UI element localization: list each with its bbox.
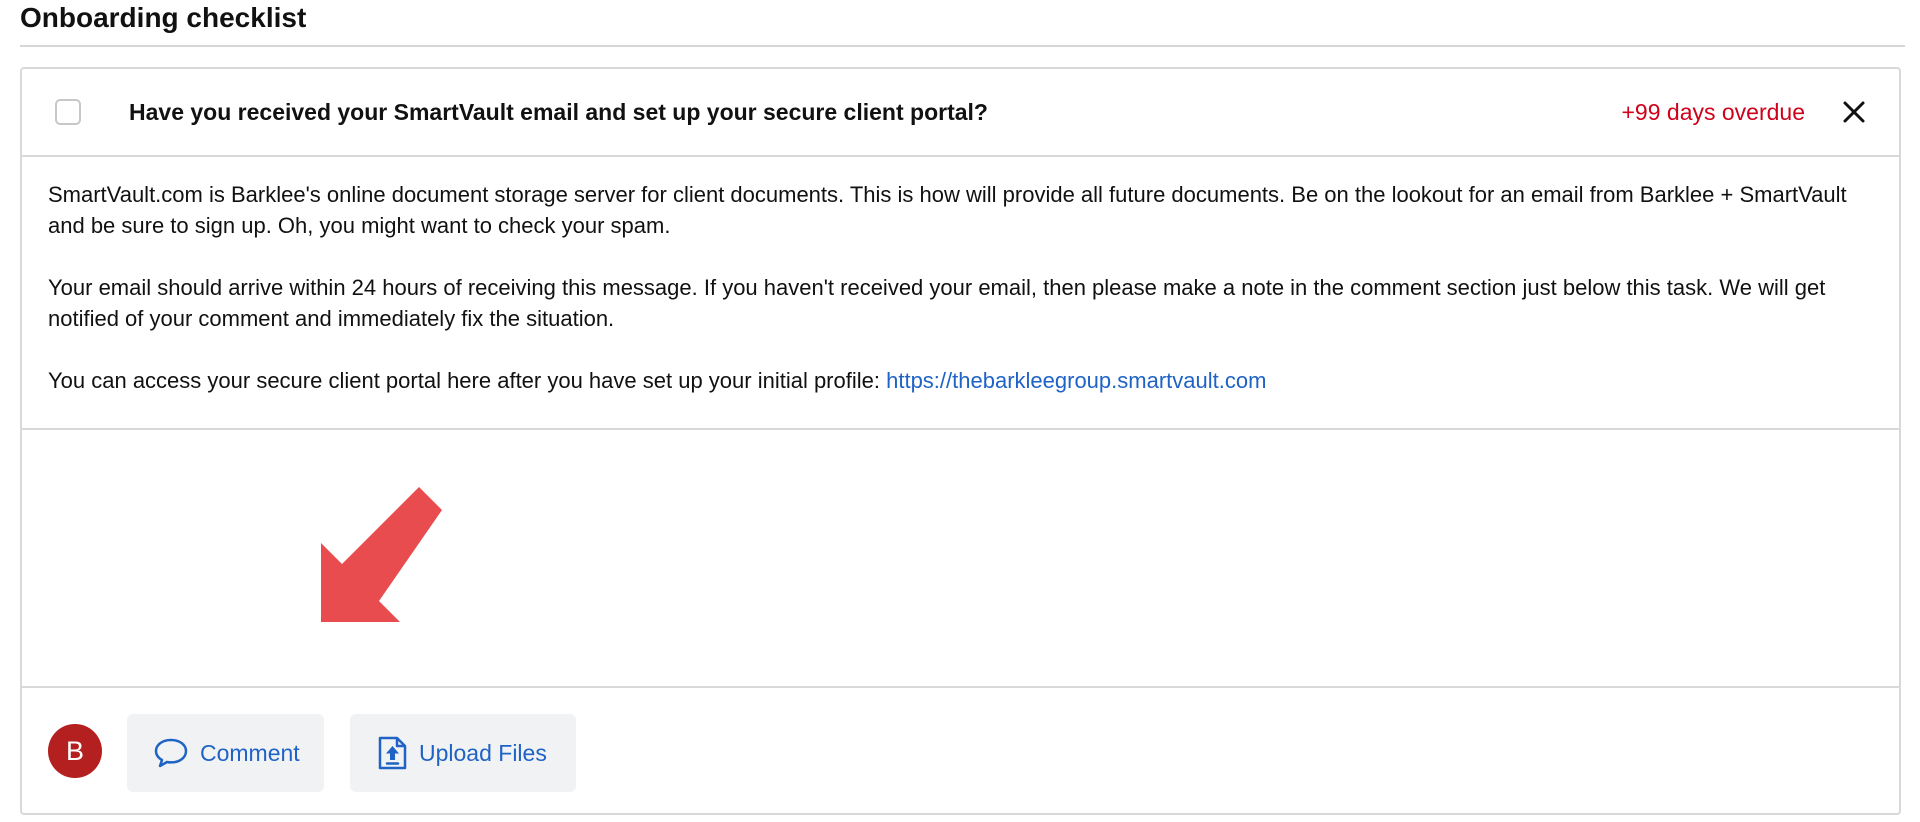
annotation-arrow-icon — [302, 478, 462, 643]
task-complete-checkbox[interactable] — [55, 99, 81, 125]
comment-button-label: Comment — [200, 739, 300, 766]
portal-link[interactable]: https://thebarkleegroup.smartvault.com — [886, 368, 1266, 393]
comment-button[interactable]: Comment — [127, 714, 324, 792]
description-paragraph: Your email should arrive within 24 hours… — [48, 275, 1826, 331]
title-divider — [20, 45, 1905, 47]
task-title: Have you received your SmartVault email … — [129, 99, 988, 125]
upload-files-button[interactable]: Upload Files — [350, 714, 576, 792]
task-header: Have you received your SmartVault email … — [22, 69, 1899, 157]
close-button[interactable] — [1837, 95, 1871, 129]
overdue-status: +99 days overdue — [1621, 99, 1806, 125]
description-paragraph: You can access your secure client portal… — [48, 365, 1873, 396]
speech-bubble-icon — [153, 737, 189, 769]
portal-link-prefix: You can access your secure client portal… — [48, 368, 887, 393]
close-icon — [1837, 95, 1871, 129]
task-actions: B Comment Upload Files — [22, 688, 1899, 813]
task-card: Have you received your SmartVault email … — [20, 67, 1901, 815]
page-title: Onboarding checklist — [20, 2, 307, 33]
upload-files-label: Upload Files — [419, 739, 547, 766]
attachment-area — [22, 430, 1899, 688]
description-paragraph: SmartVault.com is Barklee's online docum… — [48, 182, 1847, 238]
task-description: SmartVault.com is Barklee's online docum… — [22, 157, 1899, 430]
file-upload-icon — [376, 735, 408, 771]
avatar: B — [48, 724, 102, 778]
